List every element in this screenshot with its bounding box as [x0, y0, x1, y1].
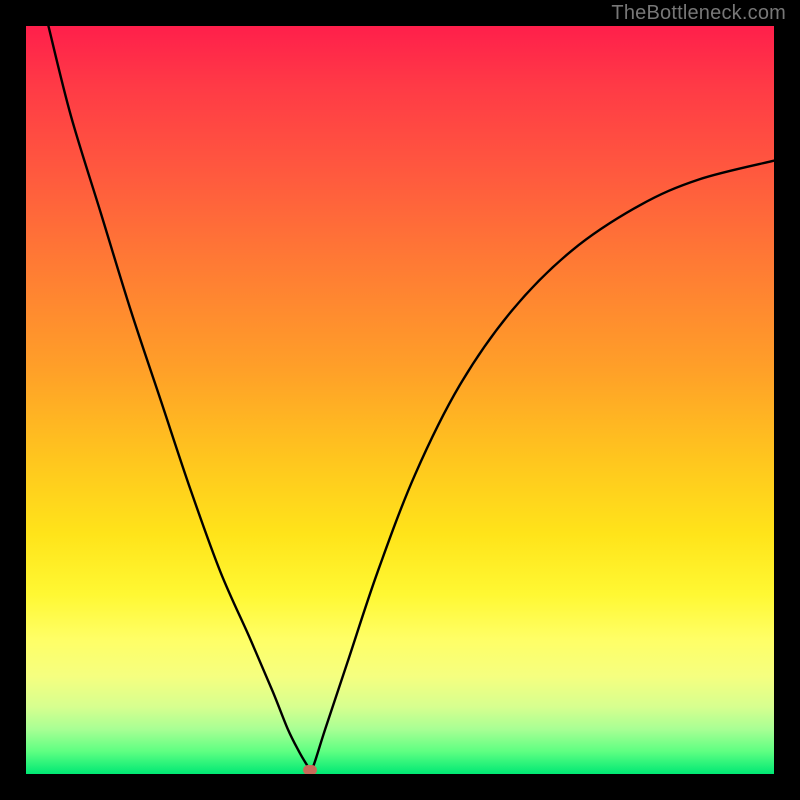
chart-frame: TheBottleneck.com	[0, 0, 800, 800]
watermark-text: TheBottleneck.com	[611, 2, 786, 25]
optimum-marker	[303, 765, 317, 775]
bottleneck-curve	[26, 26, 774, 774]
plot-area	[26, 26, 774, 774]
